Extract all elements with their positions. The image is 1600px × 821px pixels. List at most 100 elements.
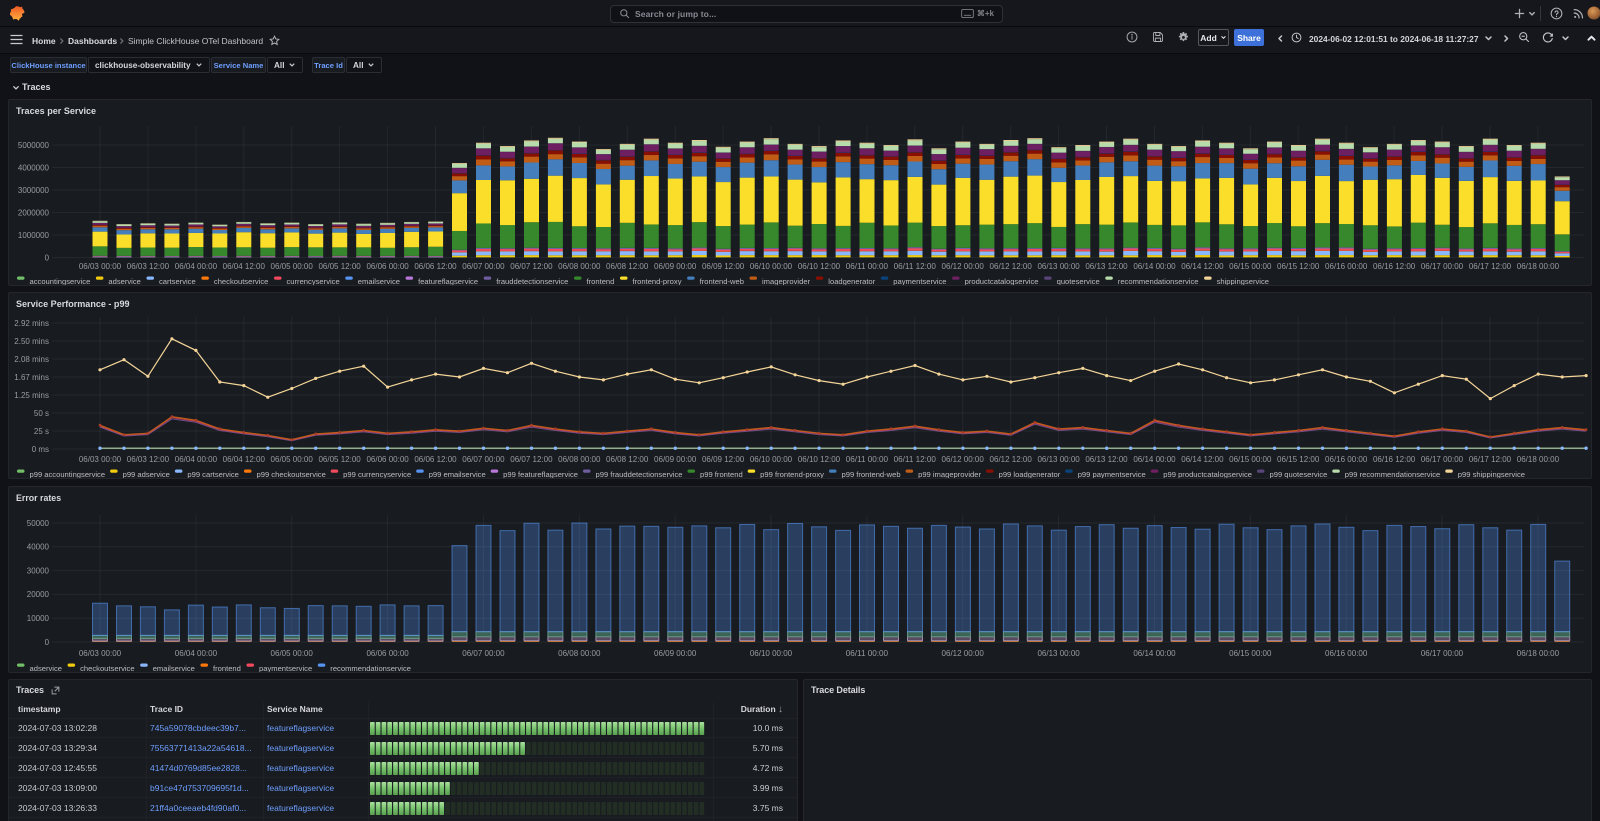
svg-text:06/08 12:00: 06/08 12:00 — [606, 455, 649, 464]
svg-text:p99 shippingservice: p99 shippingservice — [1458, 470, 1525, 478]
svg-text:frontend-proxy: frontend-proxy — [633, 277, 682, 285]
svg-text:06/15 12:00: 06/15 12:00 — [1277, 455, 1320, 464]
svg-text:06/15 00:00: 06/15 00:00 — [1229, 649, 1272, 658]
svg-text:p99 featureflagservice: p99 featureflagservice — [503, 470, 578, 478]
svg-text:p99 quoteservice: p99 quoteservice — [1270, 470, 1328, 478]
svg-text:p99 productcatalogservice: p99 productcatalogservice — [1163, 470, 1252, 478]
svg-text:06/04 12:00: 06/04 12:00 — [223, 262, 266, 271]
svg-text:06/18 00:00: 06/18 00:00 — [1517, 262, 1560, 271]
svg-text:06/15 00:00: 06/15 00:00 — [1229, 262, 1272, 271]
svg-text:06/07 12:00: 06/07 12:00 — [510, 455, 553, 464]
svg-text:p99 frontend: p99 frontend — [700, 470, 743, 478]
svg-text:06/03 00:00: 06/03 00:00 — [79, 649, 122, 658]
svg-text:06/11 12:00: 06/11 12:00 — [894, 262, 937, 271]
svg-text:06/07 00:00: 06/07 00:00 — [462, 262, 505, 271]
svg-text:p99 imageprovider: p99 imageprovider — [918, 470, 981, 478]
svg-text:p99 currencyservice: p99 currencyservice — [343, 470, 411, 478]
svg-text:06/12 00:00: 06/12 00:00 — [942, 262, 985, 271]
svg-text:06/12 12:00: 06/12 12:00 — [990, 455, 1033, 464]
svg-text:p99 loadgenerator: p99 loadgenerator — [999, 470, 1061, 478]
svg-text:cartservice: cartservice — [159, 277, 196, 285]
svg-text:adservice: adservice — [30, 664, 63, 672]
svg-text:06/06 00:00: 06/06 00:00 — [366, 455, 409, 464]
svg-text:06/12 00:00: 06/12 00:00 — [942, 649, 985, 658]
svg-text:checkoutservice: checkoutservice — [214, 277, 269, 285]
svg-text:06/04 00:00: 06/04 00:00 — [175, 455, 218, 464]
svg-text:emailservice: emailservice — [153, 664, 195, 672]
svg-text:06/14 12:00: 06/14 12:00 — [1181, 455, 1224, 464]
svg-text:quoteservice: quoteservice — [1057, 277, 1100, 285]
svg-text:p99 frontend-web: p99 frontend-web — [842, 470, 901, 478]
svg-text:06/17 00:00: 06/17 00:00 — [1421, 649, 1464, 658]
svg-text:06/11 00:00: 06/11 00:00 — [846, 649, 889, 658]
svg-text:frauddetectionservice: frauddetectionservice — [496, 277, 568, 285]
svg-text:06/11 12:00: 06/11 12:00 — [894, 455, 937, 464]
svg-text:06/10 00:00: 06/10 00:00 — [750, 262, 793, 271]
svg-text:06/07 12:00: 06/07 12:00 — [510, 262, 553, 271]
svg-text:50 s: 50 s — [34, 409, 49, 418]
svg-text:06/17 00:00: 06/17 00:00 — [1421, 262, 1464, 271]
svg-text:06/16 12:00: 06/16 12:00 — [1373, 455, 1416, 464]
svg-text:06/10 00:00: 06/10 00:00 — [750, 455, 793, 464]
svg-text:p99 accountingservice: p99 accountingservice — [30, 470, 106, 478]
svg-text:06/06 12:00: 06/06 12:00 — [414, 455, 457, 464]
svg-text:06/16 00:00: 06/16 00:00 — [1325, 455, 1368, 464]
svg-text:06/03 12:00: 06/03 12:00 — [127, 455, 170, 464]
svg-text:06/13 00:00: 06/13 00:00 — [1037, 455, 1080, 464]
svg-text:06/08 00:00: 06/08 00:00 — [558, 455, 601, 464]
svg-text:Error rates: Error rates — [16, 493, 61, 503]
svg-text:frontend: frontend — [213, 664, 241, 672]
svg-text:06/05 00:00: 06/05 00:00 — [271, 649, 314, 658]
svg-text:0: 0 — [45, 253, 50, 262]
svg-text:06/09 00:00: 06/09 00:00 — [654, 649, 697, 658]
svg-text:adservice: adservice — [108, 277, 140, 285]
svg-text:06/15 12:00: 06/15 12:00 — [1277, 262, 1320, 271]
svg-text:2.92 mins: 2.92 mins — [14, 319, 49, 328]
svg-text:06/13 12:00: 06/13 12:00 — [1085, 455, 1128, 464]
svg-text:p99 adservice: p99 adservice — [123, 470, 170, 478]
svg-text:featureflagservice: featureflagservice — [418, 277, 478, 285]
svg-text:2.08 mins: 2.08 mins — [14, 355, 49, 364]
svg-text:06/06 00:00: 06/06 00:00 — [366, 262, 409, 271]
svg-text:40000: 40000 — [27, 543, 50, 552]
svg-text:06/09 12:00: 06/09 12:00 — [702, 262, 745, 271]
svg-text:10000: 10000 — [27, 614, 50, 623]
svg-text:3000000: 3000000 — [18, 186, 50, 195]
svg-text:06/11 00:00: 06/11 00:00 — [846, 262, 889, 271]
svg-text:06/03 12:00: 06/03 12:00 — [127, 262, 170, 271]
svg-text:loadgenerator: loadgenerator — [828, 277, 875, 285]
svg-text:06/03 00:00: 06/03 00:00 — [79, 262, 122, 271]
svg-text:06/16 00:00: 06/16 00:00 — [1325, 262, 1368, 271]
svg-text:paymentservice: paymentservice — [893, 277, 946, 285]
svg-text:06/10 12:00: 06/10 12:00 — [798, 455, 841, 464]
svg-text:06/13 00:00: 06/13 00:00 — [1037, 649, 1080, 658]
svg-text:06/18 00:00: 06/18 00:00 — [1517, 455, 1560, 464]
svg-text:06/13 00:00: 06/13 00:00 — [1037, 262, 1080, 271]
svg-text:06/14 12:00: 06/14 12:00 — [1181, 262, 1224, 271]
svg-text:5000000: 5000000 — [18, 141, 50, 150]
svg-text:06/04 00:00: 06/04 00:00 — [175, 649, 218, 658]
svg-text:06/04 00:00: 06/04 00:00 — [175, 262, 218, 271]
svg-text:50000: 50000 — [27, 519, 50, 528]
svg-text:1000000: 1000000 — [18, 231, 50, 240]
svg-text:06/14 00:00: 06/14 00:00 — [1133, 455, 1176, 464]
svg-text:06/05 00:00: 06/05 00:00 — [271, 455, 314, 464]
svg-text:Traces per Service: Traces per Service — [16, 106, 96, 116]
svg-text:25 s: 25 s — [34, 427, 49, 436]
svg-text:06/13 12:00: 06/13 12:00 — [1085, 262, 1128, 271]
svg-text:06/08 00:00: 06/08 00:00 — [558, 262, 601, 271]
svg-text:06/09 00:00: 06/09 00:00 — [654, 262, 697, 271]
svg-text:06/17 12:00: 06/17 12:00 — [1469, 262, 1512, 271]
svg-text:06/14 00:00: 06/14 00:00 — [1133, 649, 1176, 658]
svg-text:0: 0 — [45, 638, 50, 647]
svg-text:paymentservice: paymentservice — [259, 664, 312, 672]
svg-text:06/06 12:00: 06/06 12:00 — [414, 262, 457, 271]
svg-text:06/09 12:00: 06/09 12:00 — [702, 455, 745, 464]
svg-text:06/15 00:00: 06/15 00:00 — [1229, 455, 1272, 464]
svg-text:06/09 00:00: 06/09 00:00 — [654, 455, 697, 464]
svg-text:30000: 30000 — [27, 566, 50, 575]
svg-text:20000: 20000 — [27, 590, 50, 599]
svg-text:p99 recommendationservice: p99 recommendationservice — [1345, 470, 1441, 478]
svg-text:06/16 12:00: 06/16 12:00 — [1373, 262, 1416, 271]
svg-text:accountingservice: accountingservice — [30, 277, 91, 285]
